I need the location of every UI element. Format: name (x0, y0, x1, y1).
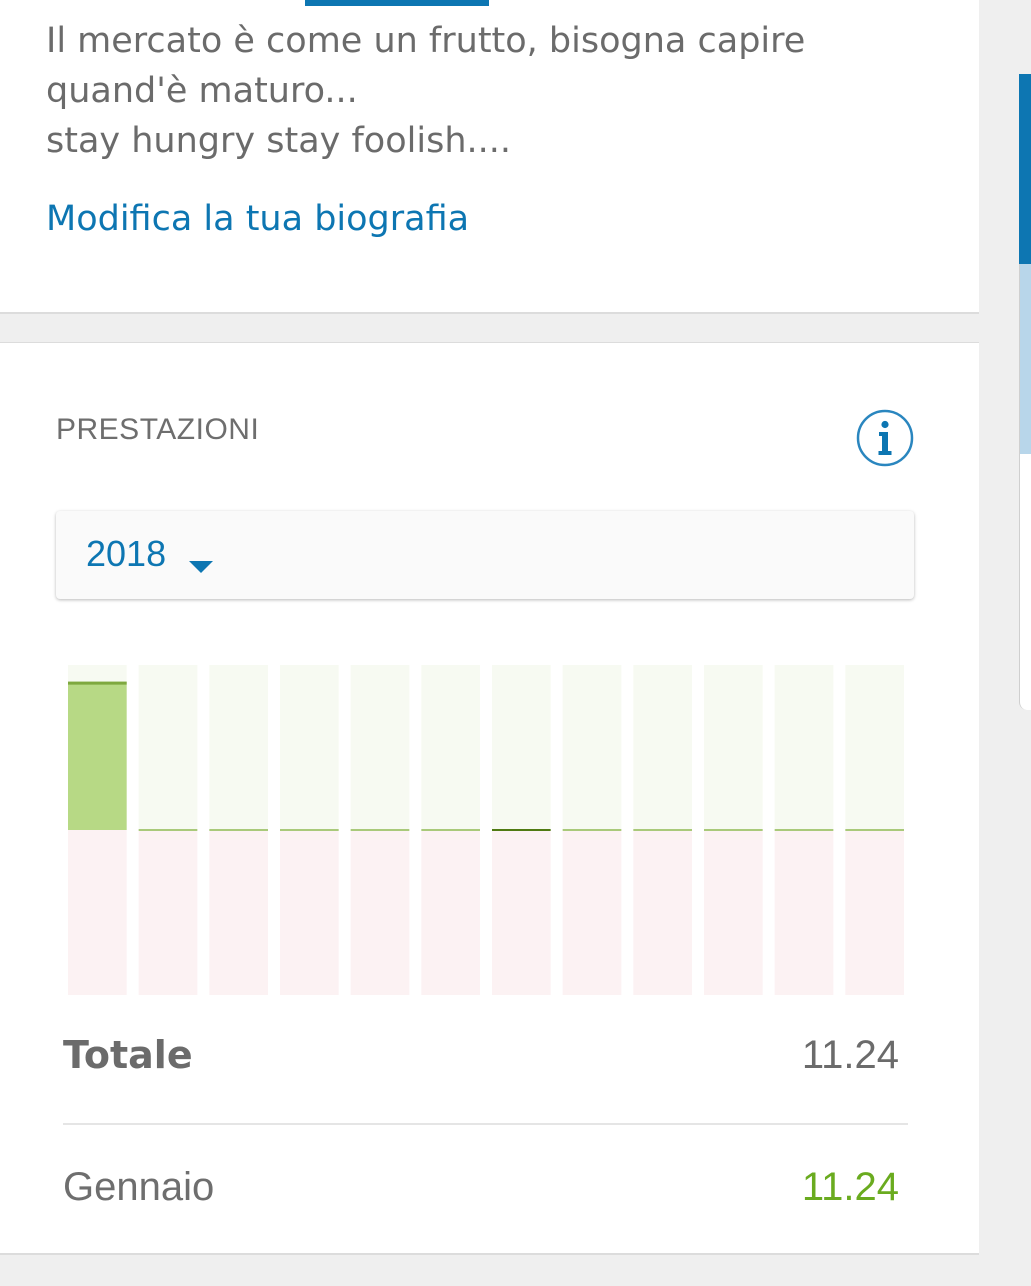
chart-negative-background (562, 830, 622, 995)
month-value-gennaio: 11.24 (801, 1165, 899, 1209)
chart-zero-bar (280, 829, 339, 831)
chart-bar-top (68, 681, 127, 685)
chart-month-column[interactable] (704, 665, 763, 995)
chart-negative-background (704, 830, 763, 995)
chart-zero-bar (845, 829, 904, 831)
chart-zero-bar (138, 829, 198, 831)
performance-card: PRESTAZIONI 2018 Totale 11.24 Gennaio 11… (0, 342, 979, 1255)
chart-positive-background (350, 665, 410, 830)
chart-month-column[interactable] (68, 665, 127, 995)
info-icon[interactable] (856, 409, 914, 467)
year-selected-value: 2018 (86, 533, 167, 574)
chart-negative-background (845, 830, 904, 995)
chart-negative-background (492, 830, 551, 995)
chart-zero-bar (633, 829, 692, 831)
chart-negative-background (633, 830, 692, 995)
edit-bio-link[interactable]: Modifica la tua biografia (46, 194, 469, 244)
total-value: 11.24 (801, 1033, 899, 1077)
chart-month-column[interactable] (138, 665, 198, 995)
divider (63, 1123, 908, 1125)
bio-card: Il mercato è come un frutto, bisogna cap… (0, 0, 979, 314)
chart-negative-background (421, 830, 480, 995)
chart-positive-background (845, 665, 904, 830)
chart-zero-bar (492, 829, 551, 831)
chart-zero-bar (704, 829, 763, 831)
bio-text: Il mercato è come un frutto, bisogna cap… (46, 21, 806, 161)
monthly-performance-chart (68, 665, 904, 995)
chart-negative-background (68, 830, 127, 995)
chart-month-column[interactable] (492, 665, 551, 995)
chart-positive-background (209, 665, 268, 830)
chart-bar (68, 681, 127, 830)
chart-zero-bar (774, 829, 834, 831)
chart-negative-background (138, 830, 198, 995)
chart-month-column[interactable] (209, 665, 268, 995)
chart-positive-background (421, 665, 480, 830)
chart-positive-background (138, 665, 198, 830)
month-label-gennaio: Gennaio (63, 1165, 215, 1209)
chart-positive-background (633, 665, 692, 830)
chart-month-column[interactable] (421, 665, 480, 995)
chart-zero-bar (562, 829, 622, 831)
side-panel-edge (1019, 74, 1031, 710)
chart-negative-background (350, 830, 410, 995)
chart-positive-background (562, 665, 622, 830)
year-dropdown[interactable]: 2018 (56, 511, 914, 599)
chart-month-column[interactable] (845, 665, 904, 995)
chart-month-column[interactable] (280, 665, 339, 995)
chart-negative-background (209, 830, 268, 995)
performance-title: PRESTAZIONI (56, 413, 260, 446)
chart-zero-bar (421, 829, 480, 831)
chart-zero-bar (209, 829, 268, 831)
chart-month-column[interactable] (562, 665, 622, 995)
total-label: Totale (63, 1033, 193, 1077)
chart-positive-background (704, 665, 763, 830)
caret-down-icon (189, 561, 213, 573)
chart-zero-bar (350, 829, 410, 831)
chart-negative-background (774, 830, 834, 995)
chart-positive-background (280, 665, 339, 830)
active-tab-indicator (305, 0, 489, 6)
chart-month-column[interactable] (774, 665, 834, 995)
chart-positive-background (774, 665, 834, 830)
chart-month-column[interactable] (350, 665, 410, 995)
chart-negative-background (280, 830, 339, 995)
chart-month-column[interactable] (633, 665, 692, 995)
chart-positive-background (492, 665, 551, 830)
